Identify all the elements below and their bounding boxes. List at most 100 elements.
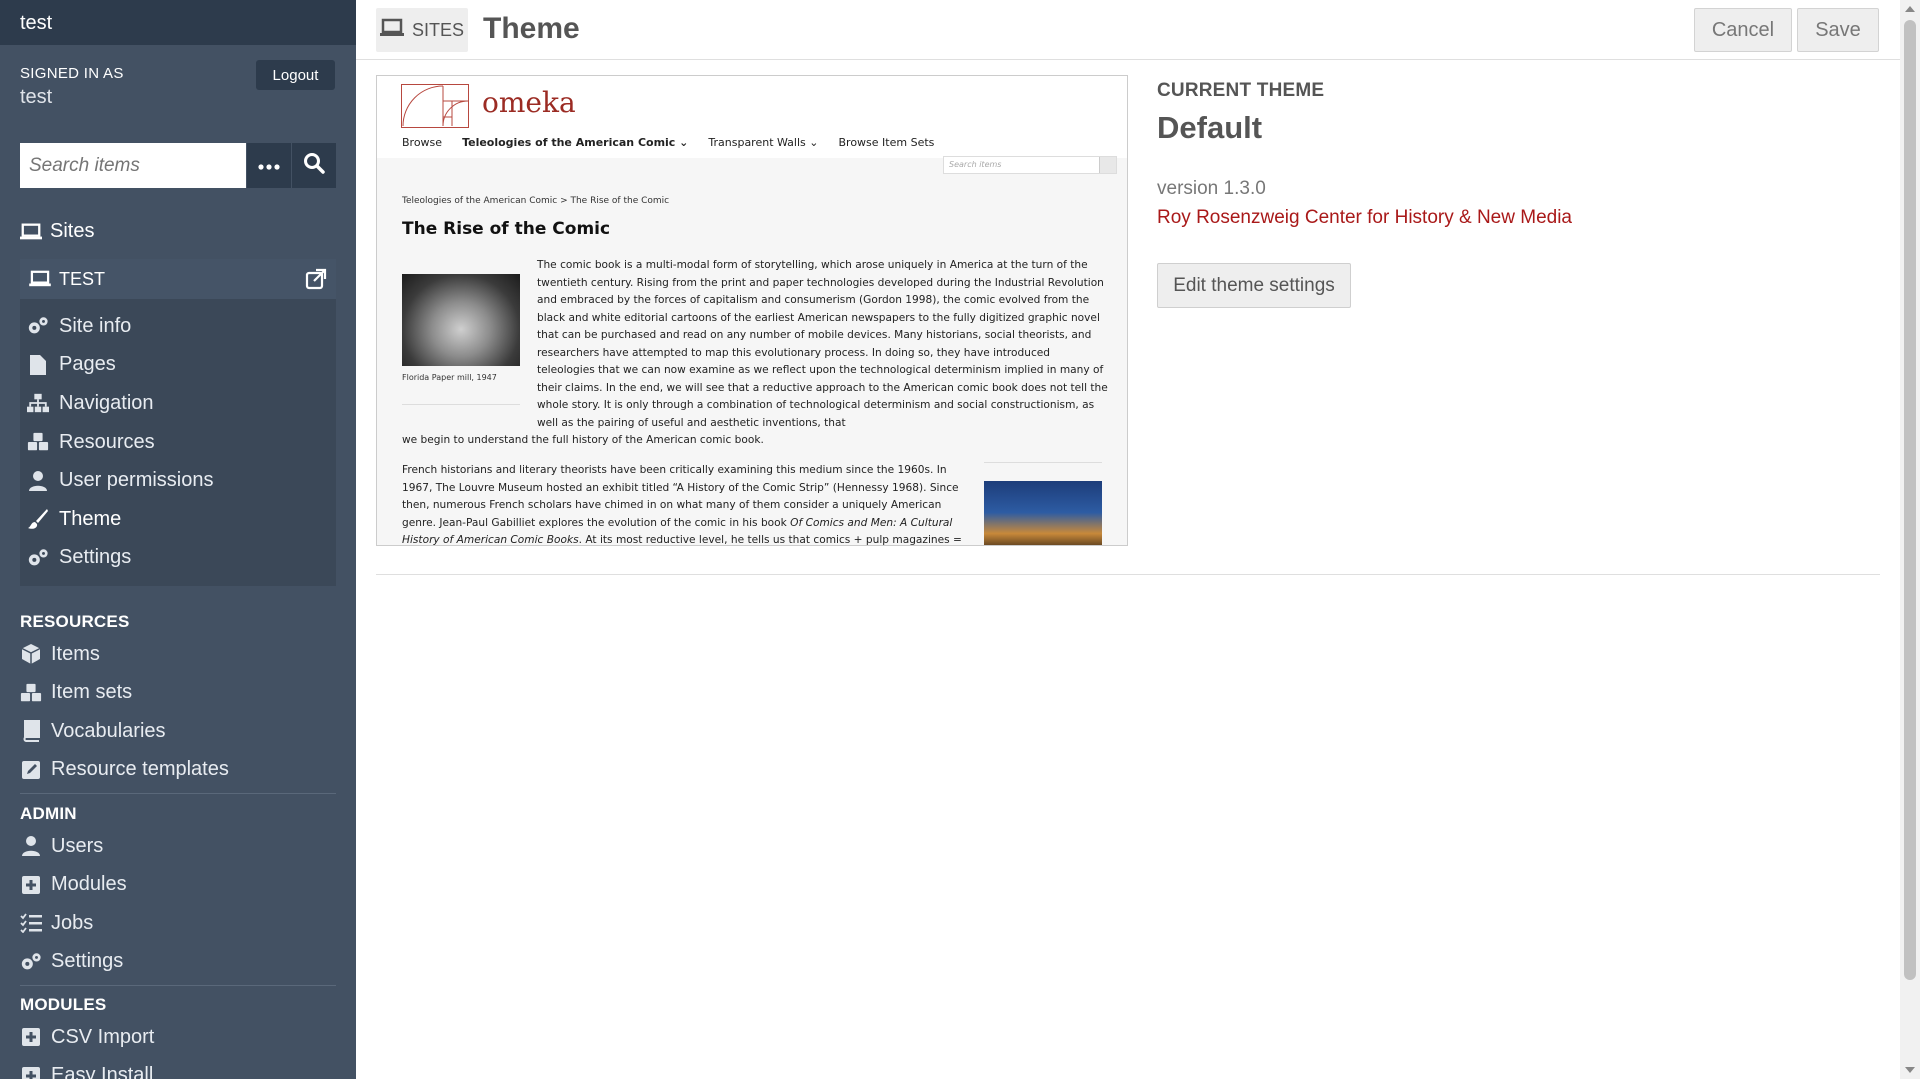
paper-mill-photo: [402, 274, 520, 366]
search-form: [20, 143, 336, 188]
breadcrumb-label: SITES: [411, 19, 464, 40]
site-menu-label: Theme: [59, 507, 122, 530]
site-panel: TEST Site info Pages Navigation Resource…: [20, 259, 336, 586]
laptop-icon: [20, 221, 42, 243]
edit-icon: [20, 759, 42, 781]
user-icon: [20, 835, 42, 857]
preview-breadcrumb: Teleologies of the American Comic > The …: [402, 196, 670, 206]
nav-easy-install[interactable]: Easy Install: [20, 1057, 336, 1079]
preview-divider: [984, 462, 1102, 463]
site-menu-label: Pages: [59, 353, 116, 376]
content-divider: [376, 574, 1880, 575]
search-button[interactable]: [291, 143, 336, 188]
page-title: Theme: [483, 12, 580, 45]
nav-label: Vocabularies: [51, 719, 166, 742]
gears-icon: [20, 951, 42, 973]
sidebar-divider: [20, 985, 336, 986]
theme-author-link[interactable]: Roy Rosenzweig Center for History & New …: [1157, 207, 1572, 229]
search-icon: [303, 152, 325, 179]
site-menu-label: Navigation: [59, 391, 154, 414]
modules-heading: MODULES: [20, 995, 107, 1014]
tasks-icon: [20, 912, 42, 934]
nav-vocabularies[interactable]: Vocabularies: [20, 712, 336, 751]
scroll-up-icon[interactable]: [1905, 6, 1915, 12]
page-header: SITES Theme Cancel Save: [356, 0, 1900, 60]
modules-nav: CSV Import Easy Install: [20, 1018, 336, 1079]
gears-icon: [27, 315, 49, 337]
site-menu-label: Settings: [59, 546, 132, 569]
preview-search-placeholder: Search items: [949, 160, 1002, 169]
edit-theme-settings-button[interactable]: Edit theme settings: [1157, 263, 1351, 308]
preview-search: Search items: [943, 156, 1117, 174]
site-menu-user-permissions[interactable]: User permissions: [20, 461, 336, 500]
nav-label: Easy Install: [51, 1064, 154, 1079]
nav-csv-import[interactable]: CSV Import: [20, 1018, 336, 1057]
current-site-link[interactable]: TEST: [29, 268, 105, 290]
nav-label: CSV Import: [51, 1025, 155, 1048]
site-menu-navigation[interactable]: Navigation: [20, 384, 336, 423]
site-menu-site-info[interactable]: Site info: [20, 307, 336, 346]
user-bar: SIGNED IN AS test Logout: [0, 45, 356, 117]
preview-nav-item: Transparent Walls ⌄: [708, 136, 819, 149]
laptop-icon: [379, 18, 404, 43]
resources-nav: Items Item sets Vocabularies Resource te…: [20, 635, 336, 789]
nav-label: Users: [51, 834, 104, 857]
user-icon: [27, 470, 49, 492]
save-button[interactable]: Save: [1797, 8, 1879, 52]
app-title[interactable]: test: [0, 0, 356, 45]
nav-label: Modules: [51, 873, 127, 896]
preview-nav-item: Browse Item Sets: [838, 136, 935, 149]
nav-label: Resource templates: [51, 758, 229, 781]
nav-sites-label: Sites: [50, 220, 95, 242]
ellipsis-icon: [258, 157, 280, 175]
nav-label: Jobs: [51, 911, 94, 934]
site-menu-settings[interactable]: Settings: [20, 539, 336, 578]
logout-button[interactable]: Logout: [256, 60, 335, 90]
scroll-down-icon[interactable]: [1905, 1067, 1915, 1073]
nav-settings[interactable]: Settings: [20, 943, 336, 982]
cancel-button[interactable]: Cancel: [1694, 8, 1792, 52]
site-menu-pages[interactable]: Pages: [20, 346, 336, 385]
nav-modules[interactable]: Modules: [20, 866, 336, 905]
file-icon: [27, 354, 49, 376]
preview-paragraph: we begin to understand the full history …: [402, 434, 764, 446]
page-scrollbar[interactable]: [1900, 0, 1920, 1079]
laptop-icon: [29, 268, 51, 290]
current-site-name: TEST: [59, 268, 106, 289]
preview-caption: Florida Paper mill, 1947: [402, 373, 497, 382]
plus-square-icon: [20, 1026, 42, 1048]
site-menu-resources[interactable]: Resources: [20, 423, 336, 462]
site-menu-label: Resources: [59, 430, 155, 453]
louvre-photo: [984, 481, 1102, 545]
cubes-icon: [20, 682, 42, 704]
preview-title: The Rise of the Comic: [402, 219, 611, 239]
nav-label: Items: [51, 642, 100, 665]
nav-jobs[interactable]: Jobs: [20, 904, 336, 943]
nav-items[interactable]: Items: [20, 635, 336, 674]
preview-nav-item: Browse: [402, 136, 443, 149]
search-icon: [1099, 157, 1116, 173]
admin-nav: Users Modules Jobs Settings: [20, 827, 336, 981]
nav-users[interactable]: Users: [20, 827, 336, 866]
scrollbar-thumb[interactable]: [1904, 20, 1916, 980]
advanced-search-button[interactable]: [246, 143, 291, 188]
paint-brush-icon: [27, 508, 49, 530]
theme-preview-image: omeka Browse Teleologies of the American…: [376, 75, 1128, 546]
preview-nav: Browse Teleologies of the American Comic…: [402, 136, 934, 149]
omeka-logo: [401, 84, 469, 128]
sidebar: test SIGNED IN AS test Logout Sites: [0, 0, 356, 1079]
theme-version: version 1.3.0: [1157, 178, 1266, 199]
nav-item-sets[interactable]: Item sets: [20, 674, 336, 713]
cube-icon: [20, 643, 42, 665]
breadcrumb-sites[interactable]: SITES: [376, 8, 468, 52]
nav-resource-templates[interactable]: Resource templates: [20, 751, 336, 790]
search-input[interactable]: [20, 143, 246, 188]
plus-square-icon: [20, 874, 42, 896]
external-link-icon[interactable]: [305, 268, 327, 290]
nav-sites[interactable]: Sites: [20, 220, 94, 243]
sidebar-divider: [20, 793, 336, 794]
preview-nav-item: Teleologies of the American Comic ⌄: [462, 136, 689, 149]
site-menu-theme[interactable]: Theme: [20, 500, 336, 539]
sitemap-icon: [27, 392, 49, 414]
nav-label: Settings: [51, 950, 124, 973]
